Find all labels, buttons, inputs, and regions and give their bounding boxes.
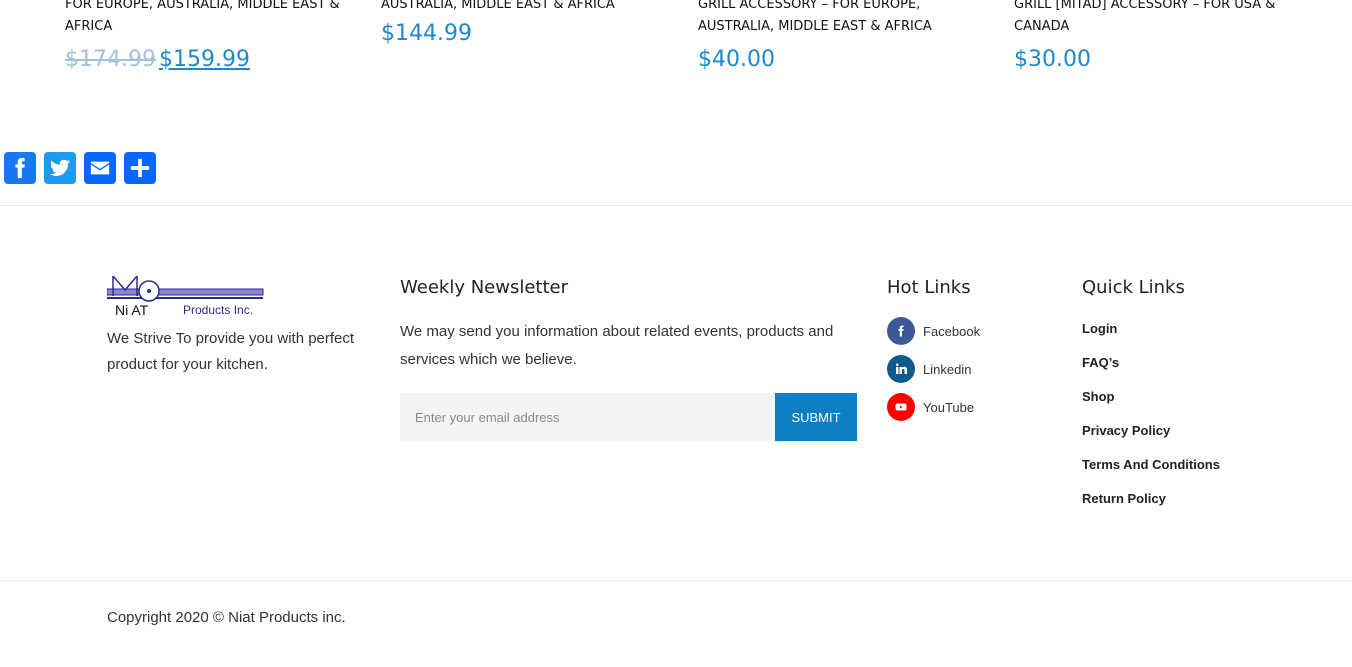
hot-link-facebook[interactable]: Facebook: [887, 317, 980, 345]
more-share-button[interactable]: [124, 152, 156, 184]
newsletter-title: Weekly Newsletter: [400, 277, 568, 298]
quick-link-return-policy[interactable]: Return Policy: [1082, 489, 1220, 523]
product-price: $30.00: [1014, 47, 1091, 72]
about-text: We Strive To provide you with perfect pr…: [107, 330, 355, 373]
twitter-icon: [49, 159, 71, 176]
email-icon: [90, 161, 110, 175]
newsletter-form: SUBMIT: [400, 393, 857, 441]
hot-link-label: Linkedin: [923, 361, 972, 377]
copyright-text: Copyright 2020 © Niat Products inc.: [107, 609, 346, 626]
footer-divider: [0, 205, 1352, 206]
quick-link-privacy-policy[interactable]: Privacy Policy: [1082, 421, 1220, 455]
newsletter-email-input[interactable]: [400, 393, 775, 441]
hot-link-linkedin[interactable]: Linkedin: [887, 355, 980, 383]
copyright-divider: [0, 580, 1352, 581]
newsletter-description: We may send you information about relate…: [400, 323, 834, 368]
facebook-icon: [15, 157, 25, 179]
hot-link-youtube[interactable]: YouTube: [887, 393, 980, 421]
product-card: AUSTRALIA, MIDDLE EAST & AFRICA $144.99: [381, 0, 671, 48]
product-card: GRILL [MITAD] ACCESSORY – FOR USA & CANA…: [1014, 0, 1304, 74]
product-price: $174.99 $159.99: [65, 46, 355, 74]
newsletter-submit-button[interactable]: SUBMIT: [775, 393, 857, 441]
hot-link-label: YouTube: [923, 399, 975, 415]
share-icon: [130, 158, 150, 178]
hot-links-title: Hot Links: [887, 277, 971, 298]
twitter-share-button[interactable]: [44, 152, 76, 184]
product-card: GRILL ACCESSORY – FOR EUROPE, AUSTRALIA,…: [698, 0, 988, 74]
product-name[interactable]: GRILL [MITAD] ACCESSORY – FOR USA & CANA…: [1014, 0, 1304, 38]
product-name[interactable]: GRILL ACCESSORY – FOR EUROPE, AUSTRALIA,…: [698, 0, 988, 38]
product-price: $144.99: [381, 21, 472, 46]
hot-links-list: Facebook Linkedin YouTube: [887, 317, 980, 431]
quick-links-list: Login FAQ’s Shop Privacy Policy Terms An…: [1082, 319, 1220, 523]
youtube-icon: [887, 393, 915, 421]
product-name[interactable]: FOR EUROPE, AUSTRALIA, MIDDLE EAST & AFR…: [65, 0, 355, 38]
linkedin-icon: [887, 355, 915, 383]
facebook-icon: [887, 317, 915, 345]
quick-link-faqs[interactable]: FAQ’s: [1082, 353, 1220, 387]
quick-link-terms[interactable]: Terms And Conditions: [1082, 455, 1220, 489]
logo-sub-text: Products Inc.: [183, 303, 253, 317]
niat-logo[interactable]: Ni AT Products Inc.: [107, 276, 267, 318]
old-price: $174.99: [65, 47, 156, 72]
sale-price: $159.99: [158, 47, 250, 72]
product-card: FOR EUROPE, AUSTRALIA, MIDDLE EAST & AFR…: [65, 0, 355, 74]
product-name[interactable]: AUSTRALIA, MIDDLE EAST & AFRICA: [381, 0, 671, 16]
quick-links-title: Quick Links: [1082, 277, 1185, 298]
share-bar: [4, 152, 156, 184]
quick-link-login[interactable]: Login: [1082, 319, 1220, 353]
quick-link-shop[interactable]: Shop: [1082, 387, 1220, 421]
email-share-button[interactable]: [84, 152, 116, 184]
product-price: $40.00: [698, 47, 775, 72]
facebook-share-button[interactable]: [4, 152, 36, 184]
logo-mark-text: Ni AT: [115, 302, 149, 318]
hot-link-label: Facebook: [923, 323, 981, 339]
